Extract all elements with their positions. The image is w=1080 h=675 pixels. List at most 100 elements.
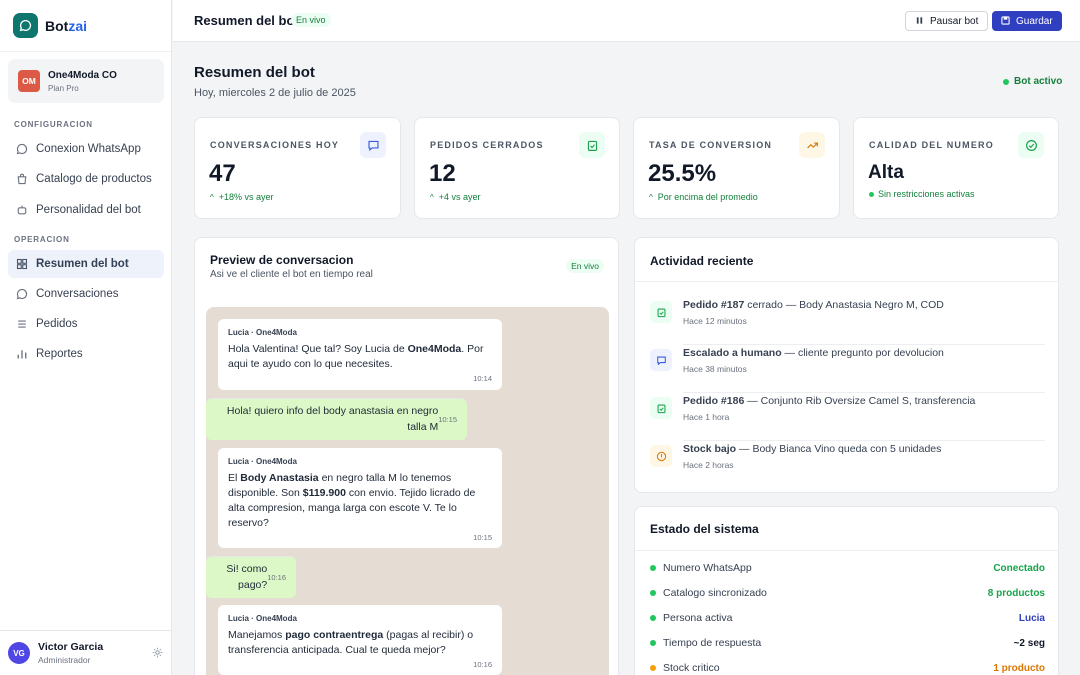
chat-bubble-icon: [16, 143, 28, 155]
user-message: Hola! quiero info del body anastasia en …: [206, 398, 467, 440]
system-label: Catalogo sincronizado: [663, 587, 767, 599]
message-text: Si! como pago?: [226, 563, 268, 591]
system-label: Stock critico: [663, 662, 720, 674]
sidebar-item-label: Personalidad del bot: [36, 204, 141, 216]
sidebar-item-conexion-whatsapp[interactable]: Conexion WhatsApp: [8, 135, 164, 163]
activity-title: Actividad reciente: [650, 254, 754, 268]
stat-delta: Sin restricciones activas: [869, 189, 975, 199]
stat-card-conversaciones: CONVERSACIONES HOY 47 ^ +18% vs ayer: [194, 117, 401, 219]
system-title: Estado del sistema: [650, 522, 759, 536]
message-sender: Lucia · One4Moda: [228, 328, 297, 337]
activity-text: Stock bajo — Body Bianca Vino queda con …: [683, 443, 942, 455]
status-dot: [650, 615, 656, 621]
system-row: Numero WhatsApp Conectado: [650, 560, 1045, 576]
message-time: 10:15: [473, 533, 492, 543]
message-text: Hola Valentina! Que tal? Soy Lucia de On…: [228, 342, 484, 370]
activity-item[interactable]: Pedido #187 cerrado — Body Anastasia Neg…: [650, 297, 1045, 345]
divider: [635, 550, 1058, 551]
live-badge: En vivo: [291, 13, 331, 27]
save-label: Guardar: [1016, 15, 1053, 27]
order-icon: [650, 301, 672, 323]
message-text: Hola! quiero info del body anastasia en …: [226, 405, 439, 433]
bot-message: Lucia · One4Moda Manejamos pago contraen…: [218, 605, 502, 675]
save-button[interactable]: Guardar: [992, 11, 1062, 31]
chat-thread[interactable]: Lucia · One4Moda Hola Valentina! Que tal…: [206, 307, 609, 675]
system-value: 1 producto: [993, 662, 1045, 674]
stat-label: PEDIDOS CERRADOS: [430, 140, 544, 150]
message-time: 10:16: [267, 573, 286, 583]
stat-card-calidad: CALIDAD DEL NUMERO Alta Sin restriccione…: [853, 117, 1059, 219]
chat-bubble-icon: [16, 288, 28, 300]
section-label-configuracion: CONFIGURACION: [14, 120, 93, 129]
system-value: Conectado: [993, 562, 1045, 574]
user-profile[interactable]: VG Victor Garcia Administrador: [0, 630, 172, 675]
stat-value: 47: [209, 160, 236, 187]
activity-text: Escalado a humano — cliente pregunto por…: [683, 347, 944, 359]
status-dot: [650, 640, 656, 646]
bot-status-indicator: Bot activo: [1003, 76, 1062, 87]
sidebar-item-label: Reportes: [36, 348, 83, 360]
message-text: El Body Anastasia en negro talla M lo te…: [228, 471, 476, 530]
bar-chart-icon: [16, 348, 28, 360]
stat-value: Alta: [868, 162, 904, 183]
save-icon: [1001, 15, 1010, 27]
activity-item[interactable]: Stock bajo — Body Bianca Vino queda con …: [650, 441, 1045, 489]
gear-icon[interactable]: [152, 647, 163, 661]
status-dot: [650, 565, 656, 571]
pause-bot-button[interactable]: Pausar bot: [905, 11, 989, 31]
list-icon: [16, 318, 28, 330]
activity-item[interactable]: Pedido #186 — Conjunto Rib Oversize Came…: [650, 393, 1045, 441]
chat-icon: [360, 132, 386, 158]
status-dot: [869, 191, 874, 197]
stat-label: TASA DE CONVERSION: [649, 140, 773, 150]
section-label-operacion: OPERACION: [14, 235, 70, 244]
stat-delta: ^ +18% vs ayer: [210, 192, 274, 202]
message-text: Manejamos pago contraentrega (pagas al r…: [228, 628, 474, 656]
system-row: Persona activa Lucia: [650, 610, 1045, 626]
topbar-title: Resumen del bot: [194, 13, 299, 28]
stat-label: CONVERSACIONES HOY: [210, 140, 340, 150]
activity-item[interactable]: Escalado a humano — cliente pregunto por…: [650, 345, 1045, 393]
pause-bot-label: Pausar bot: [930, 15, 979, 27]
message-sender: Lucia · One4Moda: [228, 614, 297, 623]
sidebar-item-resumen[interactable]: Resumen del bot: [8, 250, 164, 278]
sidebar-item-label: Pedidos: [36, 318, 78, 330]
preview-subtitle: Asi ve el cliente el bot en tiempo real: [210, 269, 373, 280]
user-name: Victor Garcia: [38, 641, 104, 653]
sidebar-item-label: Catalogo de productos: [36, 173, 152, 185]
account-switcher[interactable]: OM One4Moda CO Plan Pro: [8, 59, 164, 103]
live-badge: En vivo: [566, 259, 604, 273]
account-avatar: OM: [18, 70, 40, 92]
divider: [635, 281, 1058, 282]
sidebar-item-reportes[interactable]: Reportes: [8, 340, 164, 368]
check-circle-icon: [1018, 132, 1044, 158]
activity-time: Hace 38 minutos: [683, 364, 747, 374]
activity-time: Hace 2 horas: [683, 460, 734, 470]
sidebar-item-conversaciones[interactable]: Conversaciones: [8, 280, 164, 308]
activity-text: Pedido #186 — Conjunto Rib Oversize Came…: [683, 395, 976, 407]
account-name: One4Moda CO: [48, 69, 117, 81]
message-time: 10:16: [473, 660, 492, 670]
status-dot: [650, 590, 656, 596]
order-icon: [579, 132, 605, 158]
sidebar-item-personalidad[interactable]: Personalidad del bot: [8, 196, 164, 224]
system-row: Tiempo de respuesta ~2 seg: [650, 635, 1045, 651]
grid-icon: [16, 258, 28, 270]
bot-icon: [16, 204, 28, 216]
sidebar-item-pedidos[interactable]: Pedidos: [8, 310, 164, 338]
activity-text: Pedido #187 cerrado — Body Anastasia Neg…: [683, 299, 944, 311]
brand-logo[interactable]: Botzai: [0, 0, 171, 52]
brand-name: Botzai: [45, 17, 88, 34]
stat-card-conversion: TASA DE CONVERSION 25.5% ^ Por encima del…: [633, 117, 840, 219]
sidebar-item-label: Conversaciones: [36, 288, 119, 300]
sidebar-item-label: Resumen del bot: [36, 258, 129, 270]
avatar: VG: [8, 642, 30, 664]
bot-message: Lucia · One4Moda El Body Anastasia en ne…: [218, 448, 502, 548]
alert-icon: [650, 445, 672, 467]
stat-label: CALIDAD DEL NUMERO: [869, 140, 994, 150]
system-value: 8 productos: [987, 587, 1045, 599]
sidebar-item-catalogo[interactable]: Catalogo de productos: [8, 165, 164, 193]
activity-time: Hace 1 hora: [683, 412, 730, 422]
system-label: Numero WhatsApp: [663, 562, 752, 574]
recent-activity-card: Actividad reciente Pedido #187 cerrado —…: [634, 237, 1059, 493]
